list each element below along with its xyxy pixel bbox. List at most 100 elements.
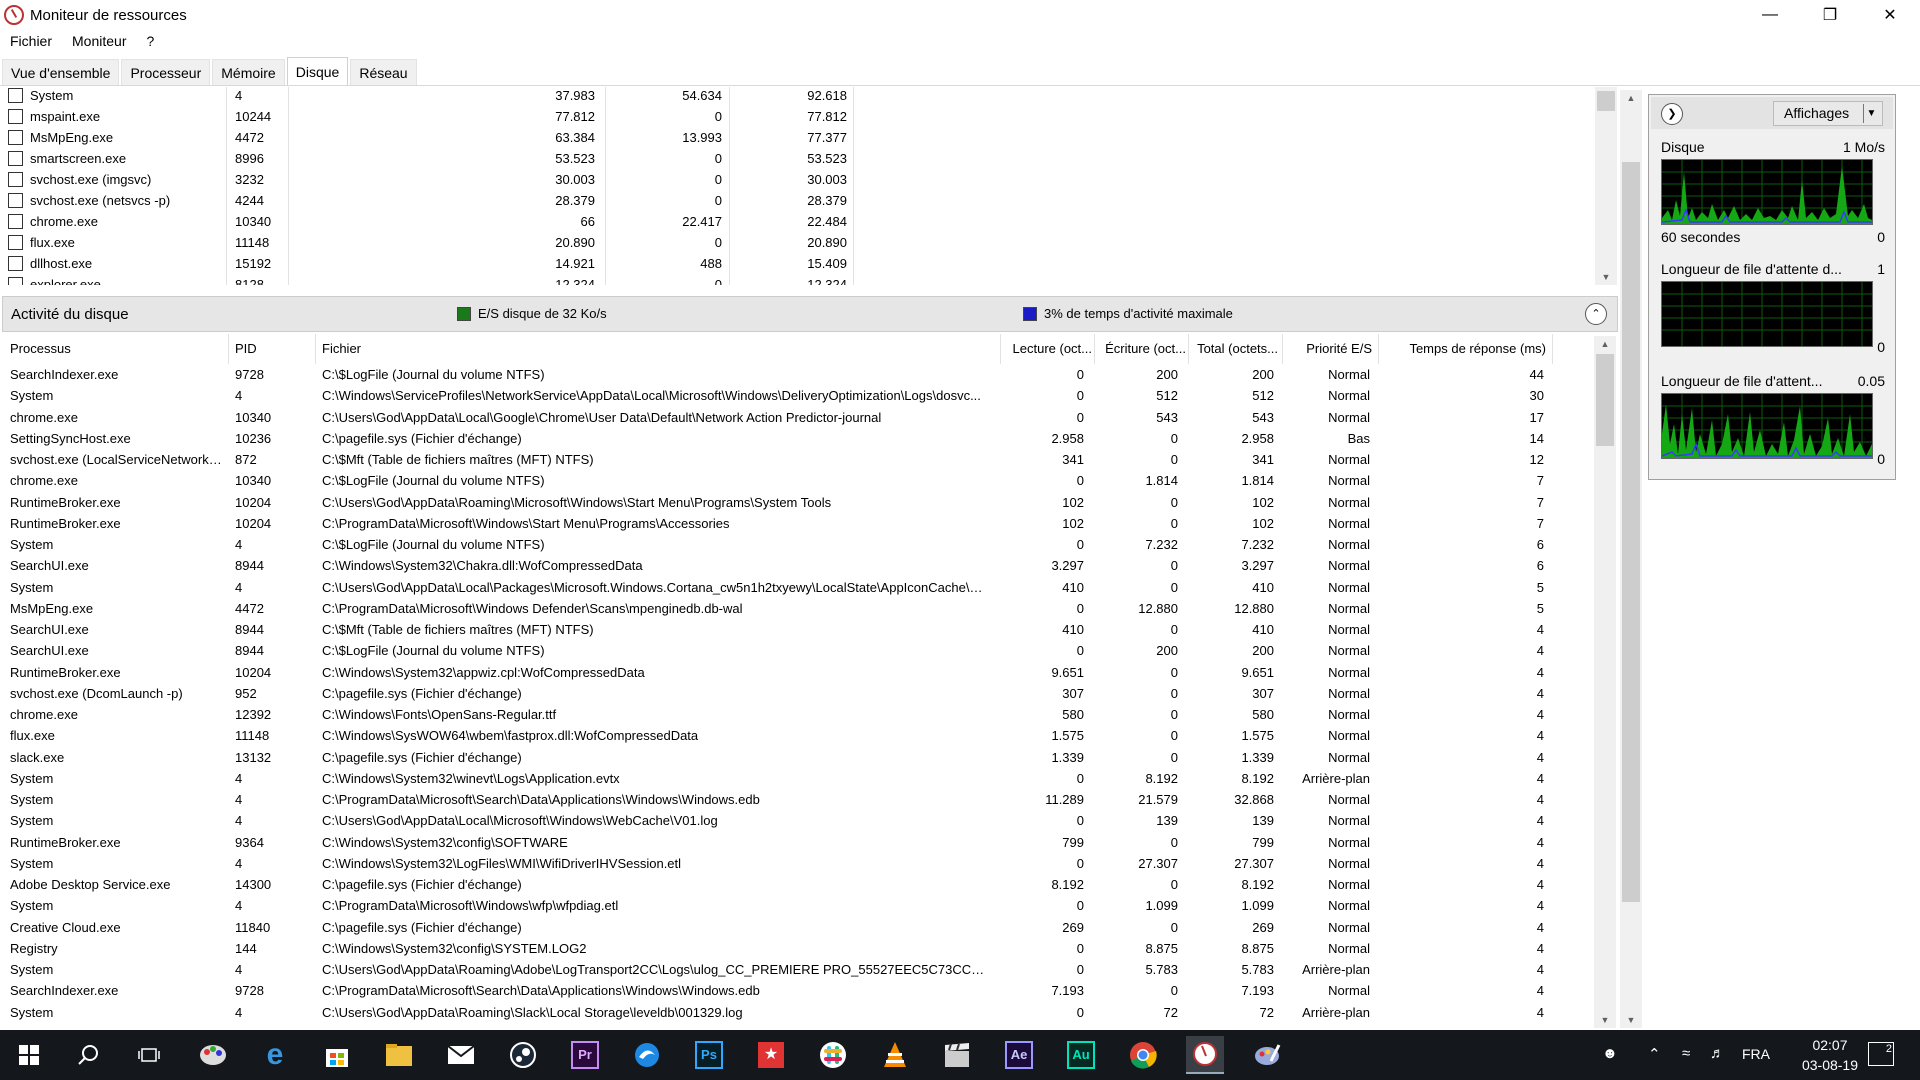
paint-app-icon[interactable] [194,1036,232,1074]
menu-help[interactable]: ? [136,33,164,49]
upper-list-scrollbar[interactable]: ▲ ▼ [1595,87,1617,285]
col-header-write[interactable]: Écriture (oct... [1102,341,1186,356]
table-row[interactable]: SearchIndexer.exe 9728 C:\ProgramData\Micr… [2,980,1598,1001]
menu-file[interactable]: Fichier [0,33,62,49]
process-checkbox[interactable] [8,172,23,187]
table-row[interactable]: chrome.exe 10340 C:\Users\God\AppData\Loca… [2,407,1598,428]
expand-chevron-icon[interactable]: ❯ [1661,103,1683,125]
col-header-process[interactable]: Processus [10,341,71,356]
process-row[interactable]: explorer.exe 8128 12.324 0 12.324 [0,274,1600,285]
table-row[interactable]: System 4 C:\Users\God\AppData\Roaming\Slac… [2,1002,1598,1023]
table-row[interactable]: System 4 C:\ProgramData\Microsoft\Search\D… [2,789,1598,810]
col-header-pid[interactable]: PID [235,341,257,356]
edge-browser-icon[interactable]: e [256,1036,294,1074]
process-row[interactable]: svchost.exe (imgsvc) 3232 30.003 0 30.003 [0,169,1600,190]
scroll-thumb[interactable] [1597,91,1615,111]
input-language[interactable]: FRA [1742,1046,1770,1062]
col-header-file[interactable]: Fichier [322,341,361,356]
col-header-priority[interactable]: Priorité E/S [1288,341,1372,356]
process-row[interactable]: dllhost.exe 15192 14.921 488 15.409 [0,253,1600,274]
resource-monitor-taskbar-icon[interactable] [1186,1036,1224,1074]
process-row[interactable]: flux.exe 11148 20.890 0 20.890 [0,232,1600,253]
steam-icon[interactable] [504,1036,542,1074]
video-editor-icon[interactable] [938,1036,976,1074]
restore-button[interactable]: ❐ [1800,0,1860,30]
table-row[interactable]: System 4 C:\Users\God\AppData\Local\Packag… [2,577,1598,598]
close-button[interactable]: ✕ [1860,0,1920,30]
mail-icon[interactable] [442,1036,480,1074]
wifi-icon[interactable]: ≈ [1682,1045,1690,1062]
process-checkbox[interactable] [8,193,23,208]
scroll-up-arrow[interactable]: ▲ [1620,90,1642,106]
search-icon[interactable] [70,1036,108,1074]
process-row[interactable]: MsMpEng.exe 4472 63.384 13.993 77.377 [0,127,1600,148]
dropdown-arrow-icon[interactable]: ▼ [1863,104,1879,123]
process-checkbox[interactable] [8,235,23,250]
table-row[interactable]: SearchUI.exe 8944 C:\$LogFile (Journal du … [2,640,1598,661]
tab-overview[interactable]: Vue d'ensemble [2,59,120,85]
file-explorer-icon[interactable] [380,1036,418,1074]
table-row[interactable]: RuntimeBroker.exe 10204 C:\ProgramData\Mic… [2,513,1598,534]
process-checkbox[interactable] [8,130,23,145]
table-scrollbar[interactable]: ▲ ▼ [1594,336,1616,1028]
tab-network[interactable]: Réseau [350,59,417,85]
process-row[interactable]: chrome.exe 10340 66 22.417 22.484 [0,211,1600,232]
process-checkbox[interactable] [8,214,23,229]
edge-dev-icon[interactable] [628,1036,666,1074]
scroll-thumb[interactable] [1596,354,1614,446]
tab-disk[interactable]: Disque [286,57,349,85]
col-header-response-time[interactable]: Temps de réponse (ms) [1386,341,1546,356]
table-row[interactable]: chrome.exe 12392 C:\Windows\Fonts\OpenSans… [2,704,1598,725]
process-checkbox[interactable] [8,109,23,124]
table-row[interactable]: svchost.exe (LocalServiceNetworkR... 872 C… [2,449,1598,470]
scroll-thumb[interactable] [1622,162,1640,902]
scroll-down-arrow[interactable]: ▼ [1620,1012,1642,1028]
bookmark-app-icon[interactable]: ★ [752,1036,790,1074]
process-checkbox[interactable] [8,151,23,166]
scroll-up-arrow[interactable]: ▲ [1594,336,1616,352]
views-dropdown[interactable]: Affichages ▼ [1773,101,1883,126]
paint-3d-icon[interactable] [1248,1036,1286,1074]
table-row[interactable]: System 4 C:\Users\God\AppData\Local\Micros… [2,810,1598,831]
table-row[interactable]: System 4 C:\Windows\System32\winevt\Logs\A… [2,768,1598,789]
table-row[interactable]: chrome.exe 10340 C:\$LogFile (Journal du v… [2,470,1598,491]
table-row[interactable]: RuntimeBroker.exe 10204 C:\Users\God\AppDa… [2,492,1598,513]
table-row[interactable]: System 4 C:\Users\God\AppData\Roaming\Adob… [2,959,1598,980]
scroll-down-arrow[interactable]: ▼ [1594,1012,1616,1028]
tab-memory[interactable]: Mémoire [212,59,285,85]
start-windows-icon[interactable] [10,1036,48,1074]
audition-icon[interactable]: Au [1062,1036,1100,1074]
table-row[interactable]: SearchUI.exe 8944 C:\$Mft (Table de fichie… [2,619,1598,640]
process-row[interactable]: smartscreen.exe 8996 53.523 0 53.523 [0,148,1600,169]
process-checkbox[interactable] [8,277,23,285]
volume-icon[interactable]: ♬ [1710,1045,1725,1062]
table-row[interactable]: Creative Cloud.exe 11840 C:\pagefile.sys (… [2,917,1598,938]
table-row[interactable]: flux.exe 11148 C:\Windows\SysWOW64\wbem\fa… [2,725,1598,746]
table-row[interactable]: SearchUI.exe 8944 C:\Windows\System32\Chak… [2,555,1598,576]
process-row[interactable]: System 4 37.983 54.634 92.618 [0,87,1600,106]
vlc-icon[interactable] [876,1036,914,1074]
tab-cpu[interactable]: Processeur [121,59,211,85]
table-row[interactable]: SettingSyncHost.exe 10236 C:\pagefile.sys … [2,428,1598,449]
col-header-read[interactable]: Lecture (oct... [1010,341,1092,356]
table-row[interactable]: SearchIndexer.exe 9728 C:\$LogFile (Journa… [2,364,1598,385]
scroll-down-arrow[interactable]: ▼ [1595,269,1617,285]
slack-icon[interactable] [814,1036,852,1074]
col-header-total[interactable]: Total (octets... [1196,341,1278,356]
chrome-icon[interactable] [1124,1036,1162,1074]
collapse-chevron-icon[interactable]: ⌃ [1585,303,1607,325]
table-row[interactable]: svchost.exe (DcomLaunch -p) 952 C:\pagefil… [2,683,1598,704]
system-clock[interactable]: 02:07 03-08-19 [1802,1035,1858,1075]
process-checkbox[interactable] [8,256,23,271]
table-row[interactable]: System 4 C:\ProgramData\Microsoft\Windows\… [2,895,1598,916]
task-view-icon[interactable] [130,1036,168,1074]
premiere-pro-icon[interactable]: Pr [566,1036,604,1074]
after-effects-icon[interactable]: Ae [1000,1036,1038,1074]
disk-activity-header[interactable]: Activité du disque E/S disque de 32 Ko/s… [2,296,1618,332]
show-hidden-icons-chevron-icon[interactable]: ⌃ [1648,1045,1661,1063]
window-scrollbar[interactable]: ▲ ▼ [1620,90,1642,1028]
table-row[interactable]: MsMpEng.exe 4472 C:\ProgramData\Microsoft\… [2,598,1598,619]
process-row[interactable]: mspaint.exe 10244 77.812 0 77.812 [0,106,1600,127]
table-row[interactable]: System 4 C:\Windows\System32\LogFiles\WMI\… [2,853,1598,874]
table-row[interactable]: System 4 C:\$LogFile (Journal du volume NT… [2,534,1598,555]
